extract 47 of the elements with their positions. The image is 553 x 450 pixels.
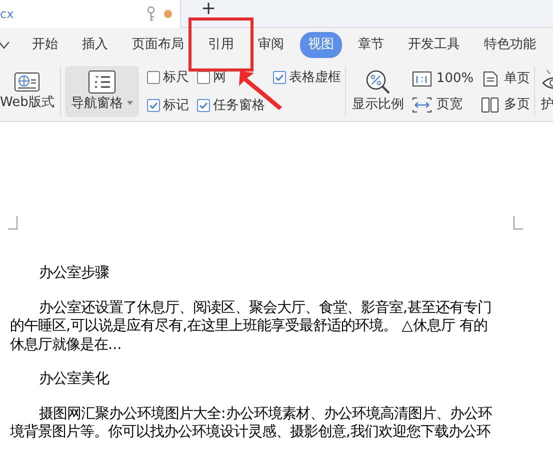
heading-text: 办公室美化 — [38, 370, 110, 388]
ribbon-tab[interactable]: 插入 — [74, 32, 116, 58]
ribbon-tab[interactable]: 开发工具 — [400, 32, 468, 58]
paragraph-line: 境背景图片等。你可以找办公环境设计灵感、摄影创意,我们欢迎您下载办公环 — [10, 423, 492, 442]
ribbon-tab[interactable]: 开始 — [24, 32, 66, 58]
highlight-frame — [188, 18, 254, 72]
checkbox[interactable] — [197, 70, 210, 84]
paragraph-line: 办公室还设置了休息厅、阅读区、聚会大厅、食堂、影音室,甚至还有专门 — [38, 298, 493, 317]
actual-size-button[interactable]: 100% — [412, 68, 474, 88]
pointer-arrow — [239, 71, 282, 110]
heading-text: 办公室步骤 — [38, 264, 110, 282]
checkbox-option[interactable]: 任务窗格 — [197, 96, 266, 116]
checkbox-option[interactable]: 表格虚框 — [273, 68, 342, 87]
checkbox[interactable] — [197, 99, 210, 112]
eye-protection-button[interactable]: 护 — [538, 66, 553, 116]
checkbox[interactable] — [147, 99, 160, 112]
width-arrows-icon — [412, 96, 432, 112]
ribbon-tab[interactable]: 特色功能 — [476, 32, 544, 58]
ratio-icon — [412, 70, 432, 86]
checkbox-option[interactable]: 标尺 — [147, 68, 190, 87]
ribbon-tab[interactable]: 页面布局 — [124, 32, 192, 58]
web-page-icon — [14, 70, 40, 93]
magnifier-percent-icon — [364, 68, 391, 95]
navigation-pane-button[interactable]: 导航窗格 — [65, 66, 140, 118]
single-page-button[interactable]: 单页 — [480, 68, 530, 88]
paragraph-line: 休息厅就像是在... — [10, 336, 123, 354]
checkbox-option[interactable]: 标记 — [147, 96, 190, 116]
collapse-caret-icon[interactable] — [0, 40, 10, 50]
dropdown-caret-icon — [127, 101, 134, 106]
checkbox[interactable] — [273, 70, 286, 84]
key-icon — [146, 6, 156, 22]
document-tab-title[interactable]: cx — [0, 4, 14, 22]
zoom-button[interactable]: 显示比例 — [350, 66, 406, 116]
ribbon-tab[interactable]: 引用 — [200, 32, 242, 58]
checkbox[interactable] — [147, 70, 160, 84]
new-tab-button[interactable]: + — [197, 0, 220, 18]
page-width-button[interactable]: 页宽 — [412, 94, 474, 114]
web-layout-button[interactable]: Web版式 — [0, 68, 56, 114]
ribbon-tab[interactable]: 章节 — [350, 32, 392, 58]
ribbon-tab[interactable]: 审阅 — [250, 32, 292, 58]
two-pages-icon — [480, 96, 500, 112]
corner-mark — [8, 216, 18, 230]
corner-mark — [513, 216, 523, 230]
paragraph-line: 的午睡区,可以说是应有尽有,在这里上班能享受最舒适的环境。 △休息厅 有的 — [10, 317, 488, 336]
multi-page-button[interactable]: 多页 — [480, 94, 530, 114]
outline-list-icon — [88, 70, 116, 94]
paragraph-line: 摄图网汇聚办公环境图片大全:办公环境素材、办公环境高清图片、办公环 — [38, 404, 493, 423]
